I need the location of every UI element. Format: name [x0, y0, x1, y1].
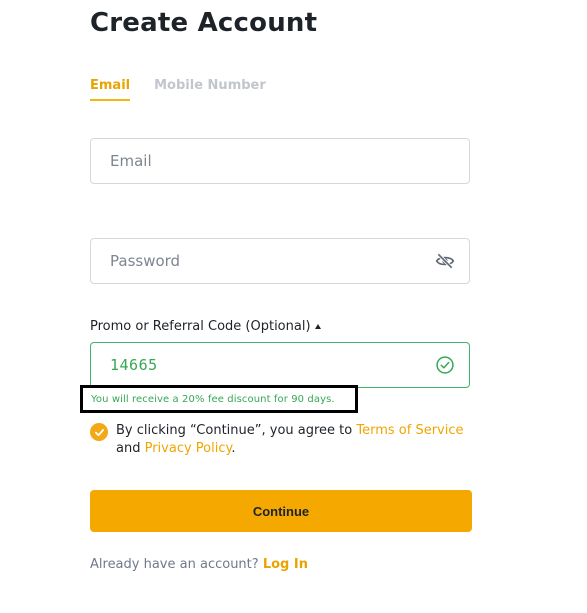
check-circle-icon: [434, 354, 456, 376]
discount-message: You will receive a 20% fee discount for …: [91, 393, 335, 405]
discount-message-box: You will receive a 20% fee discount for …: [80, 385, 358, 413]
promo-code-field[interactable]: [108, 342, 434, 388]
page-title: Create Account: [90, 8, 318, 38]
agreement-suffix: .: [231, 441, 236, 456]
create-account-page: Create Account Email Mobile Number Promo…: [0, 0, 587, 613]
promo-code-label: Promo or Referral Code (Optional): [90, 319, 311, 334]
terms-agreement: By clicking “Continue”, you agree to Ter…: [90, 422, 470, 458]
email-field[interactable]: [108, 138, 469, 184]
agreement-middle: and: [116, 441, 145, 456]
terms-of-service-link[interactable]: Terms of Service: [356, 423, 463, 438]
signup-method-tabs: Email Mobile Number: [90, 78, 266, 101]
checkmark-icon: [94, 428, 104, 436]
login-prompt: Already have an account? Log In: [90, 557, 308, 572]
email-field-container: [90, 138, 470, 184]
privacy-policy-link[interactable]: Privacy Policy: [145, 441, 232, 456]
tab-email[interactable]: Email: [90, 78, 131, 101]
promo-code-field-container: [90, 342, 470, 388]
eye-off-icon[interactable]: [434, 250, 456, 272]
agreement-prefix: By clicking “Continue”, you agree to: [116, 423, 357, 438]
caret-up-icon: [314, 324, 321, 329]
promo-code-toggle[interactable]: Promo or Referral Code (Optional): [90, 319, 321, 334]
agreement-text: By clicking “Continue”, you agree to Ter…: [116, 422, 464, 458]
password-field[interactable]: [108, 238, 434, 284]
login-prompt-text: Already have an account?: [90, 557, 259, 572]
tab-mobile-number[interactable]: Mobile Number: [154, 78, 266, 101]
password-field-container: [90, 238, 470, 284]
log-in-link[interactable]: Log In: [263, 557, 308, 572]
continue-button[interactable]: Continue: [90, 490, 472, 532]
terms-checkbox[interactable]: [90, 423, 108, 441]
